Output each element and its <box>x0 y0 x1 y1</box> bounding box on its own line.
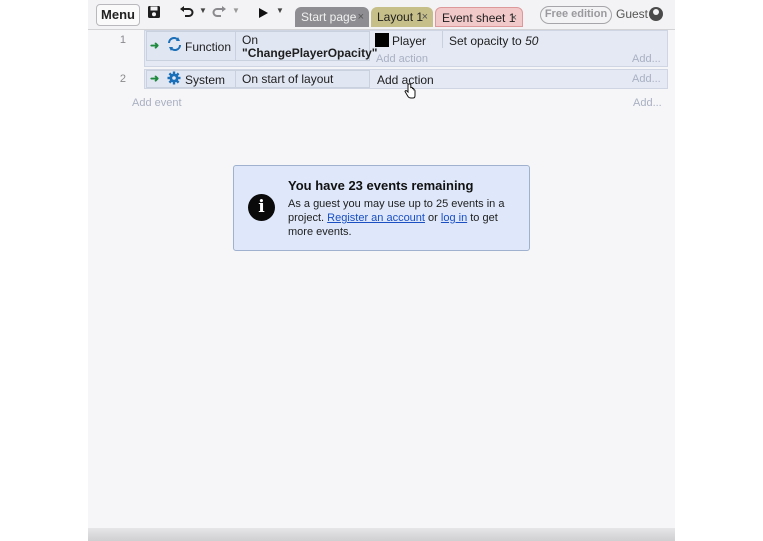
event-number: 2 <box>119 73 126 85</box>
action-text[interactable]: Set opacity to 50 <box>449 34 538 48</box>
gear-icon-graphic <box>167 71 181 85</box>
tab-start-page-label: Start page <box>301 10 357 24</box>
add-more-link[interactable]: Add... <box>632 53 661 65</box>
event-object-name: System <box>185 73 226 87</box>
info-icon: i <box>248 194 275 221</box>
events-remaining-notice: i You have 23 events remaining As a gues… <box>233 165 530 251</box>
save-icon-graphic <box>148 6 160 18</box>
undo-icon-graphic <box>179 6 193 17</box>
menu-button[interactable]: Menu <box>96 4 140 26</box>
gear-icon <box>167 71 181 88</box>
guest-label[interactable]: Guest <box>616 7 648 21</box>
register-link[interactable]: Register an account <box>327 212 425 224</box>
tab-layout-1-label: Layout 1 <box>377 10 424 24</box>
event-sheet: 1 ➜ Function On "ChangePlayerOpacity" Pl… <box>88 30 675 528</box>
bottom-edge <box>88 528 675 541</box>
tab-start-page[interactable]: Start page × <box>295 7 369 27</box>
function-icon <box>167 37 182 54</box>
notice-title: You have 23 events remaining <box>288 178 474 193</box>
arrow-icon: ➜ <box>150 40 160 52</box>
add-event-link[interactable]: Add event <box>132 97 182 109</box>
condition-value: "ChangePlayerOpacity" <box>242 46 378 60</box>
tab-event-sheet-1-label: Event sheet 1 <box>442 11 516 25</box>
redo-icon[interactable] <box>211 5 227 25</box>
user-icon[interactable] <box>649 7 663 21</box>
condition-text[interactable]: On start of layout <box>242 73 333 86</box>
divider <box>235 31 236 61</box>
undo-dropdown-icon[interactable]: ▼ <box>199 6 207 15</box>
save-icon[interactable] <box>146 5 162 25</box>
close-icon[interactable]: × <box>358 7 364 27</box>
action-value: 50 <box>525 34 539 48</box>
undo-icon[interactable] <box>178 5 194 25</box>
redo-dropdown-icon[interactable]: ▼ <box>232 6 240 15</box>
divider <box>235 70 236 88</box>
close-icon[interactable]: × <box>511 8 517 28</box>
add-more-link[interactable]: Add... <box>632 73 661 85</box>
action-object-name: Player <box>392 34 427 48</box>
event-number: 1 <box>119 34 126 46</box>
redo-icon-graphic <box>212 6 226 17</box>
close-icon[interactable]: × <box>422 7 428 27</box>
hand-cursor-icon <box>404 83 416 99</box>
tab-layout-1[interactable]: Layout 1 × <box>371 7 433 27</box>
login-link[interactable]: log in <box>441 212 467 224</box>
add-action-link[interactable]: Add action <box>376 53 428 65</box>
tab-event-sheet-1[interactable]: Event sheet 1 × <box>435 7 523 27</box>
play-icon-graphic <box>259 8 268 18</box>
notice-body: As a guest you may use up to 25 events i… <box>288 197 518 239</box>
toolbar: Menu ▼ ▼ ▼ Start page × Layout 1 × Event… <box>88 0 675 30</box>
player-sprite-icon <box>375 33 389 47</box>
play-icon[interactable] <box>256 5 270 25</box>
action-label: Set opacity to <box>449 34 522 48</box>
play-dropdown-icon[interactable]: ▼ <box>276 6 284 15</box>
divider <box>442 31 443 48</box>
function-icon-graphic <box>168 37 181 51</box>
condition-text[interactable]: On "ChangePlayerOpacity" <box>242 34 377 60</box>
add-more-link[interactable]: Add... <box>633 97 662 109</box>
notice-text: or <box>428 212 438 224</box>
arrow-icon: ➜ <box>150 73 160 85</box>
event-object-name: Function <box>185 40 232 54</box>
free-edition-badge[interactable]: Free edition <box>540 6 612 24</box>
